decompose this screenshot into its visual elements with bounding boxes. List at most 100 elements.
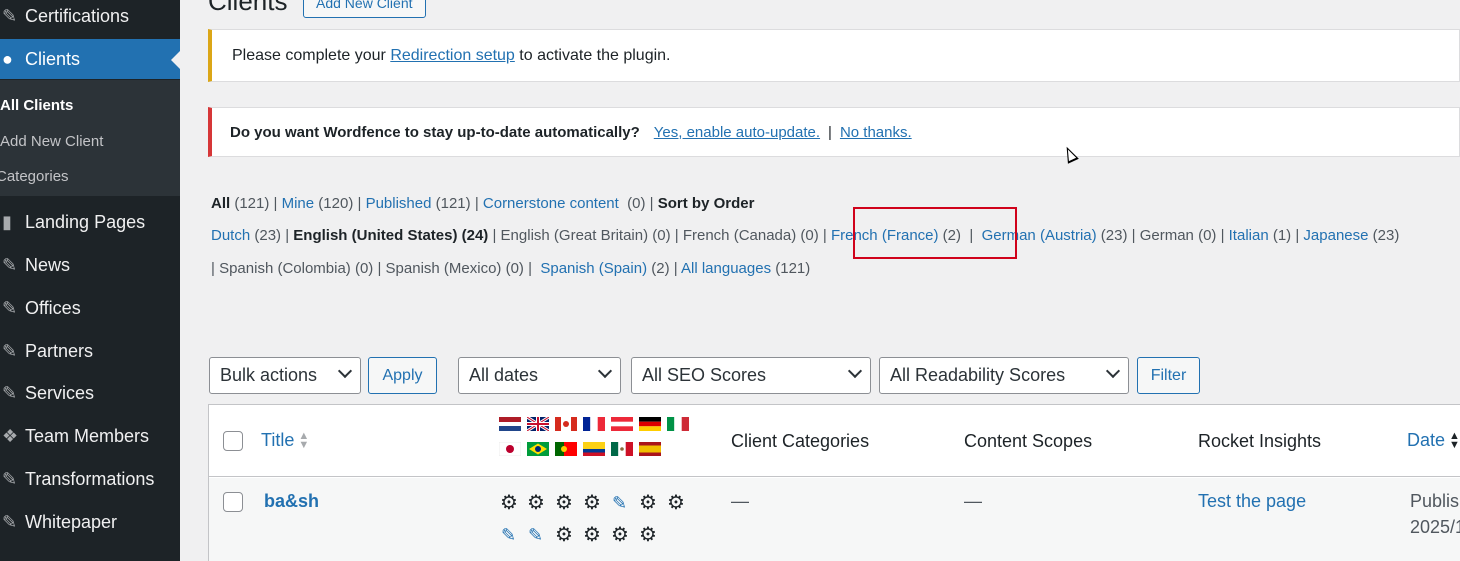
bulk-actions-select[interactable]: Bulk actions [209,357,361,394]
dates-select[interactable]: All dates [458,357,621,394]
row-checkbox[interactable] [223,492,243,512]
lang-ja[interactable]: Japanese [1303,227,1368,244]
readability-scores-select[interactable]: All Readability Scores [879,357,1129,394]
flag-brazil-icon[interactable] [527,442,549,456]
no-thanks-link[interactable]: No thanks. [840,124,912,141]
view-count: (121) [435,195,471,212]
menu-offices[interactable]: ✎ Offices [0,288,180,328]
menu-partners[interactable]: ✎ Partners [0,331,180,371]
row-title-link[interactable]: ba&sh [264,491,319,512]
edit-translation-pencil-icon[interactable]: ✎ [501,525,516,545]
view-cornerstone[interactable]: Cornerstone content [483,195,619,212]
flag-germany-icon[interactable] [639,417,661,431]
cell-client-categories: — [731,491,749,511]
edit-translation-pencil-icon[interactable]: ✎ [528,525,543,545]
menu-landing-pages[interactable]: ▮ Landing Pages [0,202,180,242]
menu-label: Team Members [25,425,150,446]
sort-icon: ▲ ▼ [1449,430,1460,452]
add-translation-gear-icon[interactable]: ⚙ [639,525,657,545]
flag-mexico-icon[interactable] [611,442,633,456]
menu-services[interactable]: ✎ Services [0,373,180,413]
select-all-checkbox[interactable] [223,431,243,451]
flag-uk-icon[interactable] [527,417,549,431]
lang-count: (23) [254,227,282,244]
column-title[interactable]: Title ▲ ▼ [261,430,309,451]
flag-colombia-icon[interactable] [583,442,605,456]
add-translation-gear-icon[interactable]: ⚙ [611,525,629,545]
sort-by-order[interactable]: Sort by Order [658,195,755,212]
cell-content-scopes: — [964,491,982,511]
lang-fr-ca: French (Canada) (0) [682,227,819,244]
add-new-client-button[interactable]: Add New Client [303,0,426,18]
menu-label: Partners [25,340,94,361]
menu-team-members[interactable]: ❖ Team Members [0,416,180,456]
lang-count: (23) [1372,227,1400,244]
flag-spain-icon[interactable] [639,442,661,456]
view-count: (0) [627,195,646,212]
language-views-line2: | Spanish (Colombia) (0) | Spanish (Mexi… [211,260,811,277]
menu-certifications[interactable]: ✎ Certifications [0,0,180,36]
flag-japan-icon[interactable] [499,442,521,456]
menu-transformations[interactable]: ✎ Transformations [0,459,180,499]
add-translation-gear-icon[interactable]: ⚙ [583,525,601,545]
menu-whitepaper[interactable]: ✎ Whitepaper [0,502,180,542]
menu-label: Transformations [25,468,155,489]
lang-en-us[interactable]: English (United States) (24) [293,227,488,244]
separator: | [828,123,832,141]
column-date[interactable]: Date ▲ ▼ [1407,430,1460,451]
add-translation-gear-icon[interactable]: ⚙ [555,525,573,545]
add-translation-gear-icon[interactable]: ⚙ [583,493,601,513]
submenu-add-new-client[interactable]: Add New Client [0,133,103,150]
pin-icon: ✎ [2,511,18,532]
flag-austria-icon[interactable] [611,417,633,431]
pin-icon: ✎ [2,340,18,361]
sort-icon: ▲ ▼ [298,430,310,452]
chevron-down-icon [1105,363,1121,379]
seo-scores-select[interactable]: All SEO Scores [631,357,871,394]
flag-canada-icon[interactable] [555,417,577,431]
add-translation-gear-icon[interactable]: ⚙ [527,493,545,513]
table-row: ba&sh ⚙ ⚙ ⚙ ⚙ ✎ ⚙ ⚙ ✎ ✎ ⚙ ⚙ ⚙ ⚙ — — Test… [209,478,1460,561]
lang-es-mx: Spanish (Mexico) (0) [385,260,524,277]
apply-button[interactable]: Apply [368,357,437,394]
view-published[interactable]: Published [366,195,432,212]
lang-it[interactable]: Italian [1229,227,1269,244]
menu-clients[interactable]: ● Clients [0,39,180,79]
menu-label: Whitepaper [25,511,118,532]
pin-icon: ✎ [2,297,18,318]
lang-es-co: Spanish (Colombia) (0) [219,260,374,277]
lang-es-es[interactable]: Spanish (Spain) [540,260,647,277]
lang-count: (23) [1100,227,1128,244]
flag-italy-icon[interactable] [667,417,689,431]
add-translation-gear-icon[interactable]: ⚙ [500,493,518,513]
submenu-categories[interactable]: Categories [0,168,69,185]
column-rocket-insights: Rocket Insights [1198,431,1322,451]
status-views: All (121) | Mine (120) | Published (121)… [211,195,755,212]
filter-button[interactable]: Filter [1137,357,1200,394]
redirection-notice: Please complete your Redirection setup t… [208,29,1460,82]
flag-france-icon[interactable] [583,417,605,431]
enable-auto-update-link[interactable]: Yes, enable auto-update. [654,124,820,141]
lang-all[interactable]: All languages [681,260,771,277]
pin-icon: ✎ [2,254,18,275]
pin-icon: ✎ [2,468,18,489]
lang-dutch[interactable]: Dutch [211,227,250,244]
column-label: Title [261,430,295,450]
view-all[interactable]: All [211,195,230,212]
add-translation-gear-icon[interactable]: ⚙ [639,493,657,513]
clients-submenu: All Clients Add New Client Categories [0,80,180,196]
redirection-setup-link[interactable]: Redirection setup [390,47,515,65]
test-the-page-link[interactable]: Test the page [1198,491,1306,512]
select-value: All dates [469,365,539,385]
notice-question: Do you want Wordfence to stay up-to-date… [230,123,640,141]
edit-translation-pencil-icon[interactable]: ✎ [612,493,627,513]
menu-news[interactable]: ✎ News [0,245,180,285]
add-translation-gear-icon[interactable]: ⚙ [555,493,573,513]
view-mine[interactable]: Mine [282,195,315,212]
flag-netherlands-icon[interactable] [499,417,521,431]
add-translation-gear-icon[interactable]: ⚙ [667,493,685,513]
flag-portugal-icon[interactable] [555,442,577,456]
submenu-all-clients[interactable]: All Clients [0,97,73,114]
column-label: Date [1407,430,1446,450]
page-icon: ▮ [2,211,12,232]
